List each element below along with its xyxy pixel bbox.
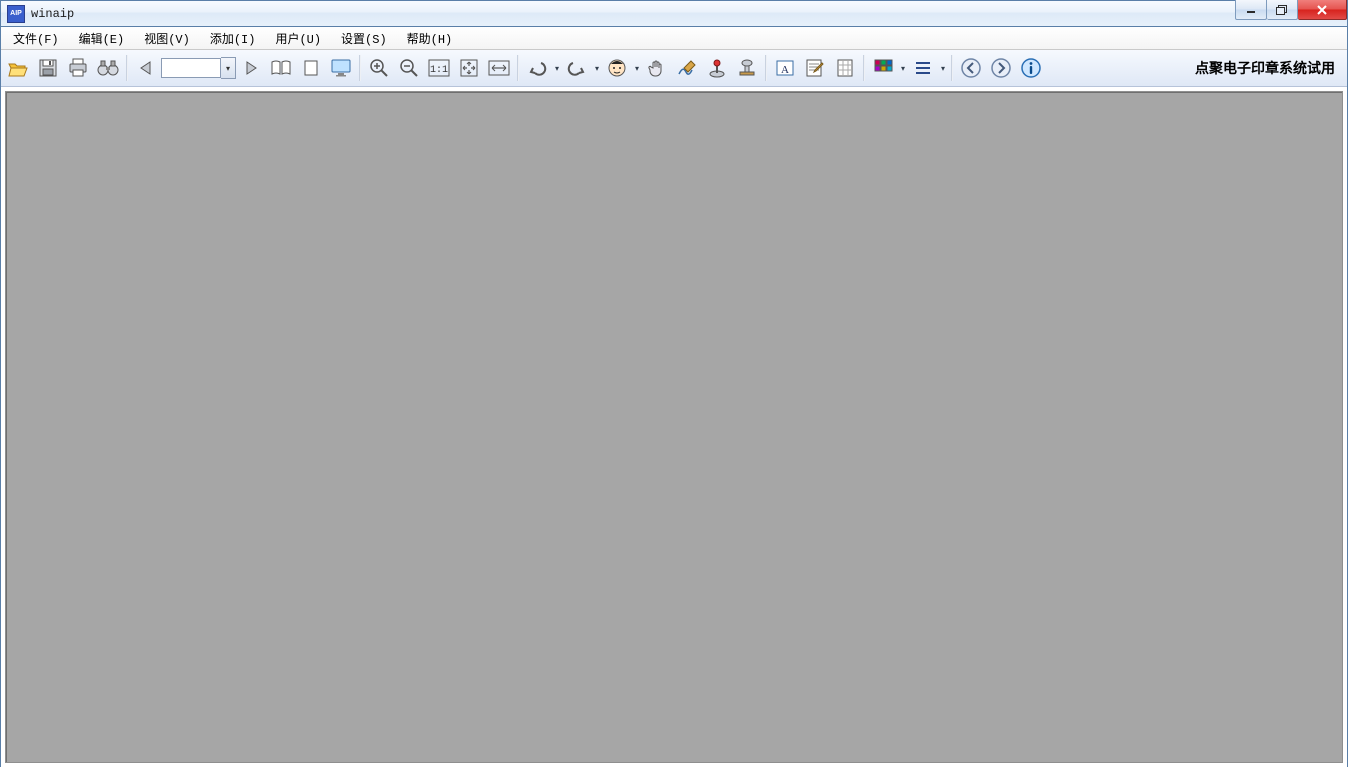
chevron-down-icon: ▾ [595,64,599,73]
face-icon [607,58,627,78]
thumbnails-icon [873,58,893,78]
zoom-in-icon [369,58,389,78]
separator [765,55,767,81]
circle-arrow-left-icon [960,57,982,79]
separator [517,55,519,81]
signature-button[interactable] [673,54,701,82]
menu-settings[interactable]: 设置(S) [331,28,397,49]
document-grid-icon [835,58,855,78]
circle-arrow-right-icon [990,57,1012,79]
thumbnails-dropdown[interactable]: ▾ [898,54,908,82]
svg-text:A: A [781,64,789,76]
info-icon [1020,57,1042,79]
chevron-down-icon: ▾ [555,64,559,73]
facing-pages-button[interactable] [267,54,295,82]
save-button[interactable] [34,54,62,82]
arrow-left-icon [136,59,156,77]
zoom-out-button[interactable] [395,54,423,82]
arrow-right-icon [241,59,261,77]
minimize-button[interactable] [1235,0,1267,20]
fullscreen-button[interactable] [327,54,355,82]
joystick-icon [707,58,727,78]
chevron-down-icon: ▾ [226,64,230,73]
menubar: 文件(F) 编辑(E) 视图(V) 添加(I) 用户(U) 设置(S) 帮助(H… [1,27,1347,50]
undo-dropdown[interactable]: ▾ [552,54,562,82]
hand-tool-button[interactable] [643,54,671,82]
zoom-out-icon [399,58,419,78]
text-annotation-button[interactable]: A [771,54,799,82]
text-box-icon: A [775,58,795,78]
find-button[interactable] [94,54,122,82]
face-dropdown[interactable]: ▾ [632,54,642,82]
page-icon [302,59,320,77]
binoculars-icon [97,58,119,78]
stamp-button[interactable] [733,54,761,82]
chevron-down-icon: ▾ [635,64,639,73]
menu-help[interactable]: 帮助(H) [397,28,463,49]
floppy-disk-icon [38,58,58,78]
svg-text:1:1: 1:1 [430,65,448,76]
outline-button[interactable] [909,54,937,82]
nav-forward-button[interactable] [987,54,1015,82]
outline-dropdown[interactable]: ▾ [938,54,948,82]
fit-width-icon [488,59,510,77]
app-icon: AIP [7,5,25,23]
note-annotation-button[interactable] [801,54,829,82]
chevron-down-icon: ▾ [941,64,945,73]
prev-page-button[interactable] [132,54,160,82]
redo-dropdown[interactable]: ▾ [592,54,602,82]
note-pencil-icon [805,58,825,78]
fit-page-icon [459,58,479,78]
stamp-icon [737,58,757,78]
separator [359,55,361,81]
pen-sign-icon [676,58,698,78]
thumbnails-button[interactable] [869,54,897,82]
redo-icon [567,59,587,77]
zoom-in-button[interactable] [365,54,393,82]
menu-user[interactable]: 用户(U) [265,28,331,49]
separator [126,55,128,81]
close-button[interactable] [1298,0,1347,20]
page-dropdown-button[interactable]: ▾ [221,57,236,79]
window-title: winaip [31,7,74,21]
grid-doc-button[interactable] [831,54,859,82]
info-button[interactable] [1017,54,1045,82]
menu-file[interactable]: 文件(F) [3,28,69,49]
redo-button[interactable] [563,54,591,82]
titlebar: AIP winaip [0,0,1348,26]
trial-label: 点聚电子印章系统试用 [1195,58,1335,78]
monitor-icon [330,58,352,78]
printer-icon [67,58,89,78]
actual-size-button[interactable]: 1:1 [425,54,453,82]
open-button[interactable] [4,54,32,82]
hand-icon [647,58,667,78]
outline-list-icon [913,59,933,77]
book-open-icon [270,59,292,77]
menu-edit[interactable]: 编辑(E) [69,28,135,49]
menu-add[interactable]: 添加(I) [200,28,266,49]
separator [951,55,953,81]
fit-width-button[interactable] [485,54,513,82]
undo-button[interactable] [523,54,551,82]
menu-view[interactable]: 视图(V) [134,28,200,49]
window-body: 文件(F) 编辑(E) 视图(V) 添加(I) 用户(U) 设置(S) 帮助(H… [0,26,1348,767]
next-page-button[interactable] [237,54,265,82]
nav-back-button[interactable] [957,54,985,82]
joystick-button[interactable] [703,54,731,82]
window-controls [1235,0,1347,20]
separator [863,55,865,81]
print-button[interactable] [64,54,92,82]
single-page-button[interactable] [297,54,325,82]
document-area[interactable] [5,91,1343,763]
chevron-down-icon: ▾ [901,64,905,73]
one-to-one-icon: 1:1 [428,59,450,77]
toolbar: ▾ [1,50,1347,87]
user-face-button[interactable] [603,54,631,82]
maximize-button[interactable] [1267,0,1298,20]
folder-open-icon [7,58,29,78]
undo-icon [527,59,547,77]
fit-page-button[interactable] [455,54,483,82]
page-number-input[interactable] [161,58,221,78]
